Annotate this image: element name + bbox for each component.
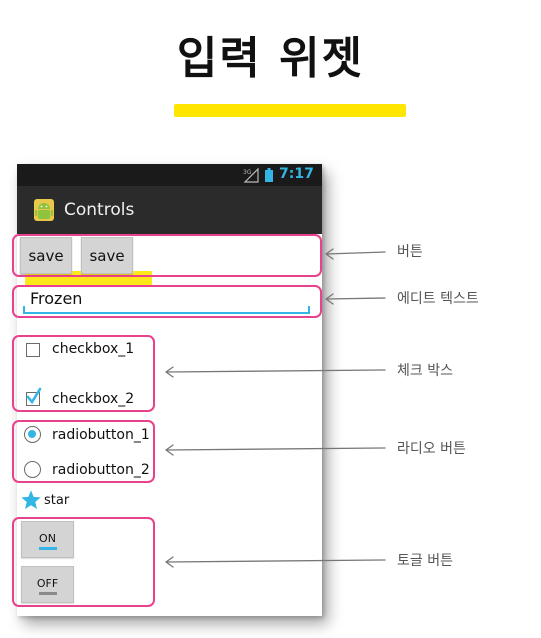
annotation-label-toggle: 토글 버튼 [397, 553, 453, 569]
save-button-1-overlay[interactable]: save [20, 237, 72, 274]
annotation-label-checkbox: 체크 박스 [397, 363, 453, 379]
annotation-label-radio: 라디오 버튼 [397, 441, 466, 457]
annotation-label-button: 버튼 [397, 244, 423, 260]
annotation-arrows [165, 248, 386, 568]
annotation-label-edit-text: 에디트 텍스트 [397, 291, 479, 307]
save-button-2-overlay[interactable]: save [81, 237, 133, 274]
